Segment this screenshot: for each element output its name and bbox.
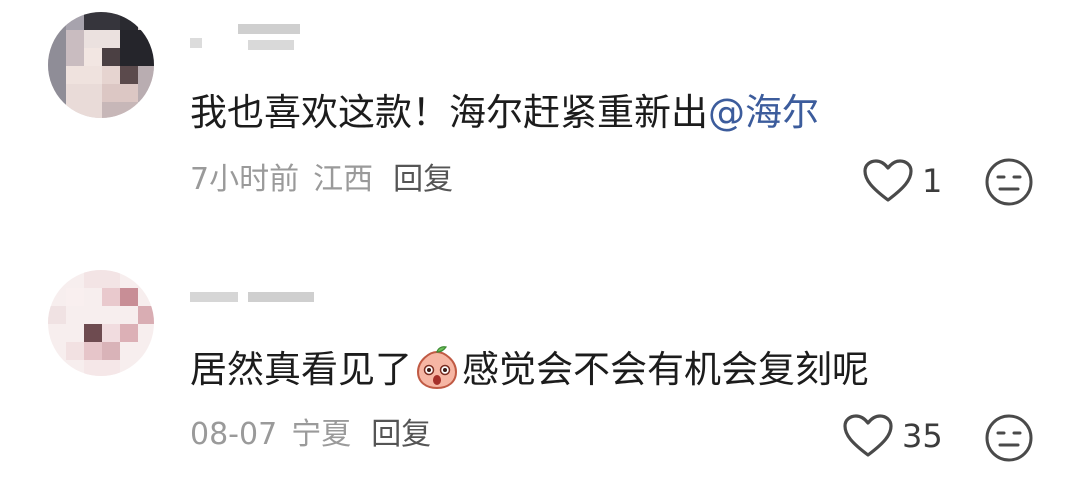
avatar[interactable] — [48, 12, 154, 118]
username-redacted[interactable] — [190, 284, 320, 318]
peach-sticker-icon — [416, 346, 458, 390]
comment-body: 我也喜欢这款！海尔赶紧重新出 — [190, 91, 708, 134]
comment-meta: 7小时前 江西 回复 — [190, 160, 467, 200]
comment-item: 我也喜欢这款！海尔赶紧重新出@海尔 7小时前 江西 回复 1 — [0, 0, 1080, 230]
username-redacted[interactable] — [190, 14, 320, 50]
mention-link[interactable]: @海尔 — [708, 91, 819, 134]
comment-item: 居然真看见了 感觉会不会有机会复刻呢 08-07 宁夏 回复 35 — [0, 262, 1080, 477]
comment-time: 08-07 — [190, 417, 278, 452]
reply-button[interactable]: 回复 — [393, 162, 453, 197]
comment-text: 我也喜欢这款！海尔赶紧重新出@海尔 — [190, 89, 819, 137]
like-button[interactable]: 35 — [842, 412, 943, 460]
comment-time: 7小时前 — [190, 162, 300, 197]
avatar[interactable] — [48, 270, 154, 376]
heart-outline-icon — [863, 159, 913, 202]
comment-body-after: 感觉会不会有机会复刻呢 — [462, 348, 869, 391]
like-button[interactable]: 1 — [862, 157, 942, 205]
comment-location: 宁夏 — [291, 417, 352, 452]
neutral-face-icon[interactable] — [984, 157, 1034, 207]
comment-meta: 08-07 宁夏 回复 — [190, 415, 445, 455]
reply-button[interactable]: 回复 — [371, 417, 431, 452]
heart-outline-icon — [843, 414, 893, 457]
comment-location: 江西 — [313, 162, 374, 197]
like-count: 1 — [922, 162, 943, 200]
comment-body-before: 居然真看见了 — [190, 348, 412, 391]
neutral-face-icon[interactable] — [984, 413, 1034, 463]
comment-text: 居然真看见了 感觉会不会有机会复刻呢 — [190, 344, 869, 394]
like-count: 35 — [902, 417, 943, 455]
